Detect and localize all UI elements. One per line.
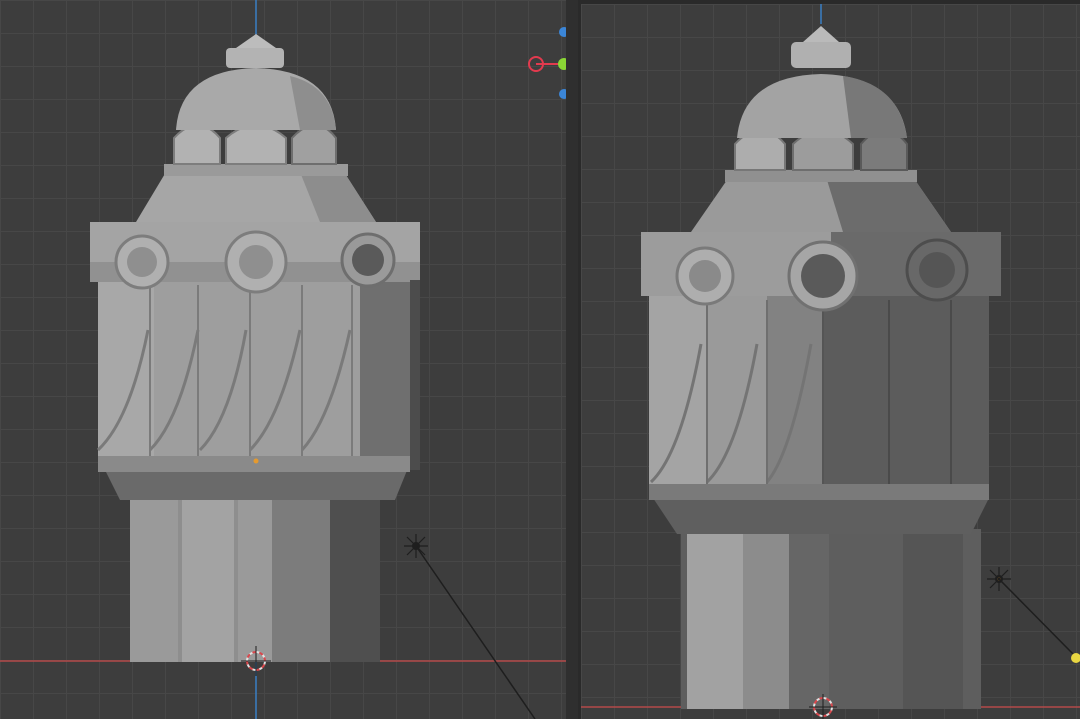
sun-lamp-icon[interactable] (987, 567, 1080, 663)
viewport-right[interactable] (578, 0, 1080, 719)
viewport-left[interactable] (0, 0, 566, 719)
viewport-left-canvas (0, 0, 566, 719)
viewport-right-canvas (581, 4, 1080, 719)
viewport-divider[interactable] (566, 0, 578, 719)
navigation-gizmo-icon[interactable] (528, 27, 566, 99)
water-tower-model[interactable] (641, 26, 1001, 709)
water-tower-model[interactable] (90, 34, 420, 662)
sun-lamp-icon[interactable] (404, 534, 536, 719)
light-handle-icon[interactable] (1071, 653, 1080, 663)
origin-dot (253, 458, 259, 464)
